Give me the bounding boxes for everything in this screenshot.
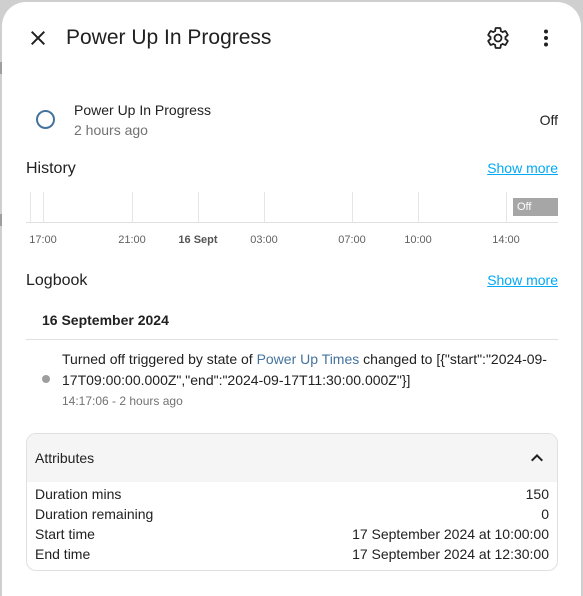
dialog-title: Power Up In Progress bbox=[66, 26, 272, 49]
attributes-title: Attributes bbox=[35, 450, 95, 466]
entity-state-row[interactable]: Power Up In Progress 2 hours ago Off bbox=[26, 98, 558, 142]
gear-icon bbox=[487, 27, 509, 49]
history-gridline bbox=[43, 192, 44, 222]
history-show-more-link[interactable]: Show more bbox=[487, 160, 558, 176]
logbook-entry-dot-icon bbox=[42, 375, 50, 383]
history-tick-label: 16 Sept bbox=[178, 234, 218, 246]
logbook-date-heading: 16 September 2024 bbox=[42, 312, 169, 328]
history-gridline bbox=[30, 192, 31, 222]
history-title: History bbox=[26, 160, 76, 177]
history-tick-label: 17:00 bbox=[29, 234, 57, 246]
more-info-dialog: Power Up In Progress Power Up In Progres… bbox=[2, 2, 581, 596]
history-gridline bbox=[352, 192, 353, 222]
history-gridline bbox=[418, 192, 419, 222]
attribute-name: End time bbox=[35, 546, 91, 562]
history-gridline bbox=[506, 192, 507, 222]
close-icon bbox=[31, 31, 45, 45]
attribute-name: Duration mins bbox=[35, 486, 122, 502]
attribute-row: Start time 17 September 2024 at 10:00:00 bbox=[35, 526, 549, 546]
history-gridline bbox=[198, 192, 199, 222]
history-gridline bbox=[132, 192, 133, 222]
history-gridline bbox=[264, 192, 265, 222]
logbook-entity-link[interactable]: Power Up Times bbox=[257, 351, 360, 367]
logbook-entry-prefix: Turned off triggered by state of bbox=[62, 351, 257, 367]
entity-last-changed: 2 hours ago bbox=[74, 122, 148, 138]
settings-button[interactable] bbox=[478, 18, 518, 58]
history-tick-label: 07:00 bbox=[338, 234, 366, 246]
attribute-name: Start time bbox=[35, 526, 95, 542]
logbook-title: Logbook bbox=[26, 272, 88, 289]
attribute-value: 0 bbox=[541, 506, 549, 522]
close-button[interactable] bbox=[18, 18, 58, 58]
logbook-entry-message: Turned off triggered by state of Power U… bbox=[62, 349, 558, 391]
entity-state-value: Off bbox=[539, 112, 558, 128]
attribute-row: Duration remaining 0 bbox=[35, 506, 549, 526]
history-tick-label: 21:00 bbox=[118, 234, 146, 246]
logbook-divider bbox=[26, 339, 558, 340]
logbook-show-more-link[interactable]: Show more bbox=[487, 272, 558, 288]
history-tick-label: 03:00 bbox=[250, 234, 278, 246]
history-axis-line bbox=[26, 222, 558, 223]
state-circle-icon bbox=[36, 110, 55, 129]
attribute-value: 17 September 2024 at 12:30:00 bbox=[352, 546, 549, 562]
attribute-value: 17 September 2024 at 10:00:00 bbox=[352, 526, 549, 542]
entity-name: Power Up In Progress bbox=[74, 102, 211, 118]
more-vertical-icon bbox=[544, 29, 548, 47]
dialog-header: Power Up In Progress bbox=[2, 2, 581, 76]
attributes-panel: Attributes Duration mins 150 Duration re… bbox=[26, 433, 558, 571]
more-options-button[interactable] bbox=[526, 18, 566, 58]
attributes-expander-header[interactable]: Attributes bbox=[27, 434, 557, 482]
history-state-bar[interactable]: Off bbox=[513, 198, 558, 216]
chevron-up-icon bbox=[531, 454, 543, 462]
history-chart[interactable]: Off 17:00 21:00 16 Sept 03:00 07:00 10:0… bbox=[26, 188, 558, 252]
attribute-row: Duration mins 150 bbox=[35, 486, 549, 506]
logbook-entry-time: 14:17:06 - 2 hours ago bbox=[62, 394, 183, 408]
attribute-value: 150 bbox=[525, 486, 549, 502]
history-tick-label: 14:00 bbox=[492, 234, 520, 246]
history-tick-label: 10:00 bbox=[404, 234, 432, 246]
attribute-name: Duration remaining bbox=[35, 506, 154, 522]
chevron-up-button[interactable] bbox=[525, 446, 549, 470]
attribute-row: End time 17 September 2024 at 12:30:00 bbox=[35, 546, 549, 566]
